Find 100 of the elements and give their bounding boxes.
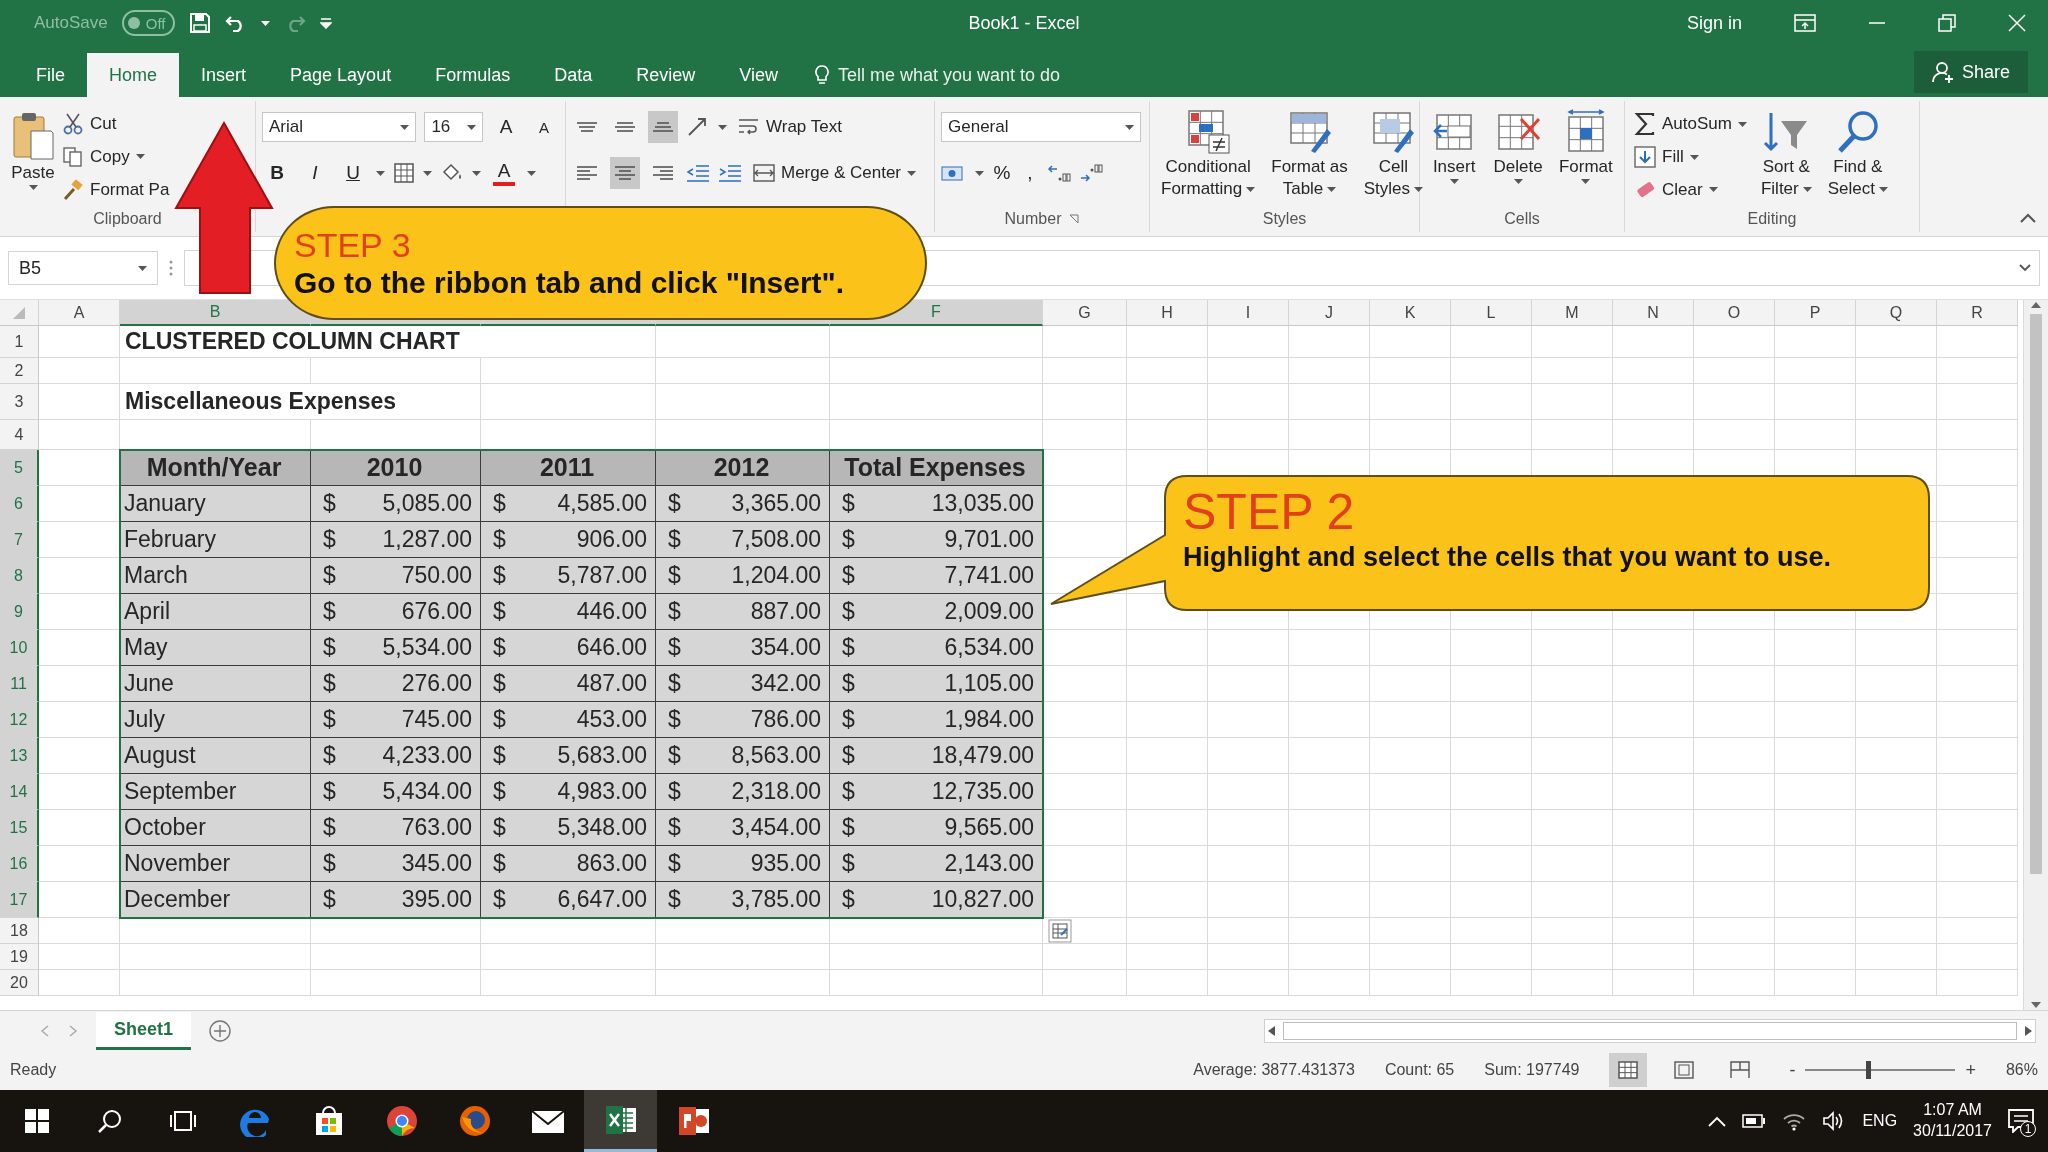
empty-cell[interactable] bbox=[830, 326, 1043, 358]
empty-cell[interactable] bbox=[1532, 702, 1613, 738]
row-header[interactable]: 12 bbox=[0, 702, 39, 738]
expand-icon[interactable] bbox=[2019, 264, 2031, 272]
increase-indent-icon[interactable] bbox=[718, 163, 742, 183]
restore-icon[interactable] bbox=[1938, 14, 1956, 32]
tray-expand-icon[interactable] bbox=[1708, 1115, 1727, 1127]
empty-cell[interactable] bbox=[1937, 630, 2018, 666]
empty-cell[interactable] bbox=[1370, 882, 1451, 918]
clipboard-command[interactable]: Copy bbox=[62, 143, 145, 170]
empty-cell[interactable] bbox=[1613, 970, 1694, 996]
name-box[interactable]: B5 bbox=[8, 251, 158, 285]
empty-cell[interactable] bbox=[1208, 420, 1289, 450]
empty-cell[interactable] bbox=[1127, 810, 1208, 846]
empty-cell[interactable] bbox=[1127, 738, 1208, 774]
search-icon[interactable] bbox=[97, 1109, 122, 1133]
empty-cell[interactable] bbox=[1532, 774, 1613, 810]
empty-cell[interactable] bbox=[1127, 326, 1208, 358]
empty-cell[interactable] bbox=[1532, 384, 1613, 420]
next-sheet-icon[interactable] bbox=[68, 1024, 78, 1037]
empty-cell[interactable] bbox=[1532, 326, 1613, 358]
column-header[interactable]: L bbox=[1451, 300, 1532, 326]
row-header[interactable]: 7 bbox=[0, 522, 39, 558]
empty-cell[interactable] bbox=[1937, 558, 2018, 594]
editing-command[interactable]: AutoSum bbox=[1631, 110, 1750, 139]
task-view-icon[interactable] bbox=[168, 1109, 197, 1133]
empty-cell[interactable] bbox=[656, 326, 830, 358]
empty-cell[interactable] bbox=[1937, 522, 2018, 558]
empty-cell[interactable] bbox=[1289, 630, 1370, 666]
empty-cell[interactable] bbox=[1208, 944, 1289, 970]
battery-icon[interactable] bbox=[1742, 1114, 1767, 1128]
column-header[interactable]: O bbox=[1694, 300, 1775, 326]
empty-cell[interactable] bbox=[1856, 630, 1937, 666]
empty-cell[interactable] bbox=[1775, 702, 1856, 738]
empty-cell[interactable] bbox=[481, 384, 656, 420]
empty-cell[interactable] bbox=[1208, 882, 1289, 918]
empty-cell[interactable] bbox=[1127, 918, 1208, 944]
empty-cell[interactable] bbox=[1370, 384, 1451, 420]
empty-cell[interactable] bbox=[1043, 420, 1127, 450]
empty-cell[interactable] bbox=[1289, 970, 1370, 996]
empty-cell[interactable] bbox=[1937, 846, 2018, 882]
start-button[interactable] bbox=[24, 1109, 49, 1133]
empty-cell[interactable] bbox=[1289, 882, 1370, 918]
empty-cell[interactable] bbox=[1127, 970, 1208, 996]
empty-cell[interactable] bbox=[1451, 702, 1532, 738]
view-button[interactable] bbox=[1609, 1053, 1648, 1087]
empty-cell[interactable] bbox=[1937, 918, 2018, 944]
empty-cell[interactable] bbox=[1208, 846, 1289, 882]
empty-cell[interactable] bbox=[1451, 882, 1532, 918]
empty-cell[interactable] bbox=[1856, 774, 1937, 810]
empty-cell[interactable] bbox=[1613, 774, 1694, 810]
merge-center-button[interactable]: Merge & Center bbox=[750, 161, 919, 185]
empty-cell[interactable] bbox=[1775, 918, 1856, 944]
empty-cell[interactable] bbox=[1451, 666, 1532, 702]
shrink-font-button[interactable]: A bbox=[529, 111, 559, 143]
customize-icon[interactable] bbox=[320, 17, 333, 29]
previous-sheet-icon[interactable] bbox=[40, 1024, 50, 1037]
empty-cell[interactable] bbox=[1289, 774, 1370, 810]
empty-cell[interactable] bbox=[1613, 882, 1694, 918]
empty-cell[interactable] bbox=[1856, 326, 1937, 358]
empty-cell[interactable] bbox=[1043, 326, 1127, 358]
empty-cell[interactable] bbox=[1775, 358, 1856, 384]
empty-cell[interactable] bbox=[1208, 738, 1289, 774]
empty-cell[interactable] bbox=[1775, 810, 1856, 846]
empty-cell[interactable] bbox=[1937, 970, 2018, 996]
empty-cell[interactable] bbox=[481, 970, 656, 996]
row-header[interactable]: 13 bbox=[0, 738, 39, 774]
close-icon[interactable] bbox=[2008, 14, 2026, 32]
column-header[interactable]: R bbox=[1937, 300, 2018, 326]
row-header[interactable]: 10 bbox=[0, 630, 39, 666]
column-header[interactable]: A bbox=[39, 300, 120, 326]
empty-cell[interactable] bbox=[1208, 810, 1289, 846]
empty-cell[interactable] bbox=[1451, 738, 1532, 774]
ribbon-tab[interactable]: View bbox=[717, 53, 800, 97]
empty-cell[interactable] bbox=[1127, 420, 1208, 450]
font-size-field[interactable]: 16 bbox=[424, 112, 483, 142]
empty-cell[interactable] bbox=[1043, 358, 1127, 384]
cells-button[interactable]: Format bbox=[1553, 107, 1618, 206]
number-style-button[interactable]: , bbox=[1020, 157, 1040, 189]
empty-cell[interactable] bbox=[1208, 326, 1289, 358]
empty-cell[interactable] bbox=[1208, 774, 1289, 810]
empty-cell[interactable] bbox=[1370, 918, 1451, 944]
empty-cell[interactable] bbox=[1043, 944, 1127, 970]
empty-cell[interactable] bbox=[1370, 630, 1451, 666]
editing-button[interactable]: Find & Select bbox=[1822, 107, 1893, 206]
tell-me-search[interactable]: Tell me what you want to do bbox=[799, 53, 1075, 97]
empty-cell[interactable] bbox=[1289, 702, 1370, 738]
add-sheet-icon[interactable] bbox=[209, 1019, 232, 1042]
empty-cell[interactable] bbox=[1289, 944, 1370, 970]
row-header[interactable]: 6 bbox=[0, 486, 39, 522]
empty-cell[interactable] bbox=[656, 944, 830, 970]
empty-cell[interactable] bbox=[1937, 450, 2018, 486]
spreadsheet-app-icon[interactable] bbox=[604, 1104, 637, 1135]
column-header[interactable]: J bbox=[1289, 300, 1370, 326]
empty-cell[interactable] bbox=[1532, 666, 1613, 702]
empty-cell[interactable] bbox=[1451, 970, 1532, 996]
empty-cell[interactable] bbox=[1694, 702, 1775, 738]
empty-cell[interactable] bbox=[1856, 384, 1937, 420]
empty-cell[interactable] bbox=[1370, 358, 1451, 384]
sheet-tab[interactable]: Sheet1 bbox=[96, 1011, 192, 1050]
